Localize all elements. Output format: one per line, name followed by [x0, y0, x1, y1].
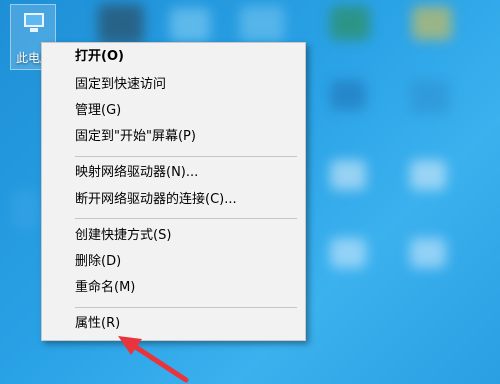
- blurred-desktop-icon: [170, 8, 210, 42]
- blurred-desktop-icon: [12, 190, 38, 230]
- menu-item-delete[interactable]: 删除(D): [42, 250, 305, 274]
- menu-separator: [75, 156, 297, 157]
- blurred-desktop-icon: [410, 80, 450, 114]
- blurred-desktop-icon: [330, 80, 366, 110]
- blurred-desktop-icon: [410, 160, 446, 190]
- computer-icon-stand: [30, 28, 38, 32]
- blurred-desktop-icon: [98, 4, 144, 44]
- menu-item-properties[interactable]: 属性(R): [42, 312, 305, 336]
- menu-item-rename[interactable]: 重命名(M): [42, 276, 305, 300]
- menu-item-map-network-drive[interactable]: 映射网络驱动器(N)...: [42, 161, 305, 185]
- context-menu: 打开(O) 固定到快速访问 管理(G) 固定到"开始"屏幕(P) 映射网络驱动器…: [41, 42, 306, 341]
- menu-item-disconnect-network-drive[interactable]: 断开网络驱动器的连接(C)...: [42, 188, 305, 212]
- computer-icon: [24, 13, 44, 27]
- menu-item-create-shortcut[interactable]: 创建快捷方式(S): [42, 224, 305, 248]
- menu-item-manage[interactable]: 管理(G): [42, 99, 305, 123]
- menu-separator: [75, 218, 297, 219]
- menu-item-open[interactable]: 打开(O): [42, 45, 305, 69]
- blurred-desktop-icon: [330, 160, 366, 190]
- menu-separator: [75, 307, 297, 308]
- blurred-desktop-icon: [330, 6, 370, 40]
- blurred-desktop-icon: [330, 238, 366, 268]
- blurred-desktop-icon: [410, 238, 446, 268]
- menu-item-pin-start[interactable]: 固定到"开始"屏幕(P): [42, 125, 305, 149]
- menu-item-pin-quick-access[interactable]: 固定到快速访问: [42, 73, 305, 97]
- desktop: 此电脑 打开(O) 固定到快速访问 管理(G) 固定到"开始"屏幕(P) 映射网…: [0, 0, 500, 384]
- blurred-desktop-icon: [412, 6, 452, 40]
- blurred-desktop-icon: [240, 6, 284, 42]
